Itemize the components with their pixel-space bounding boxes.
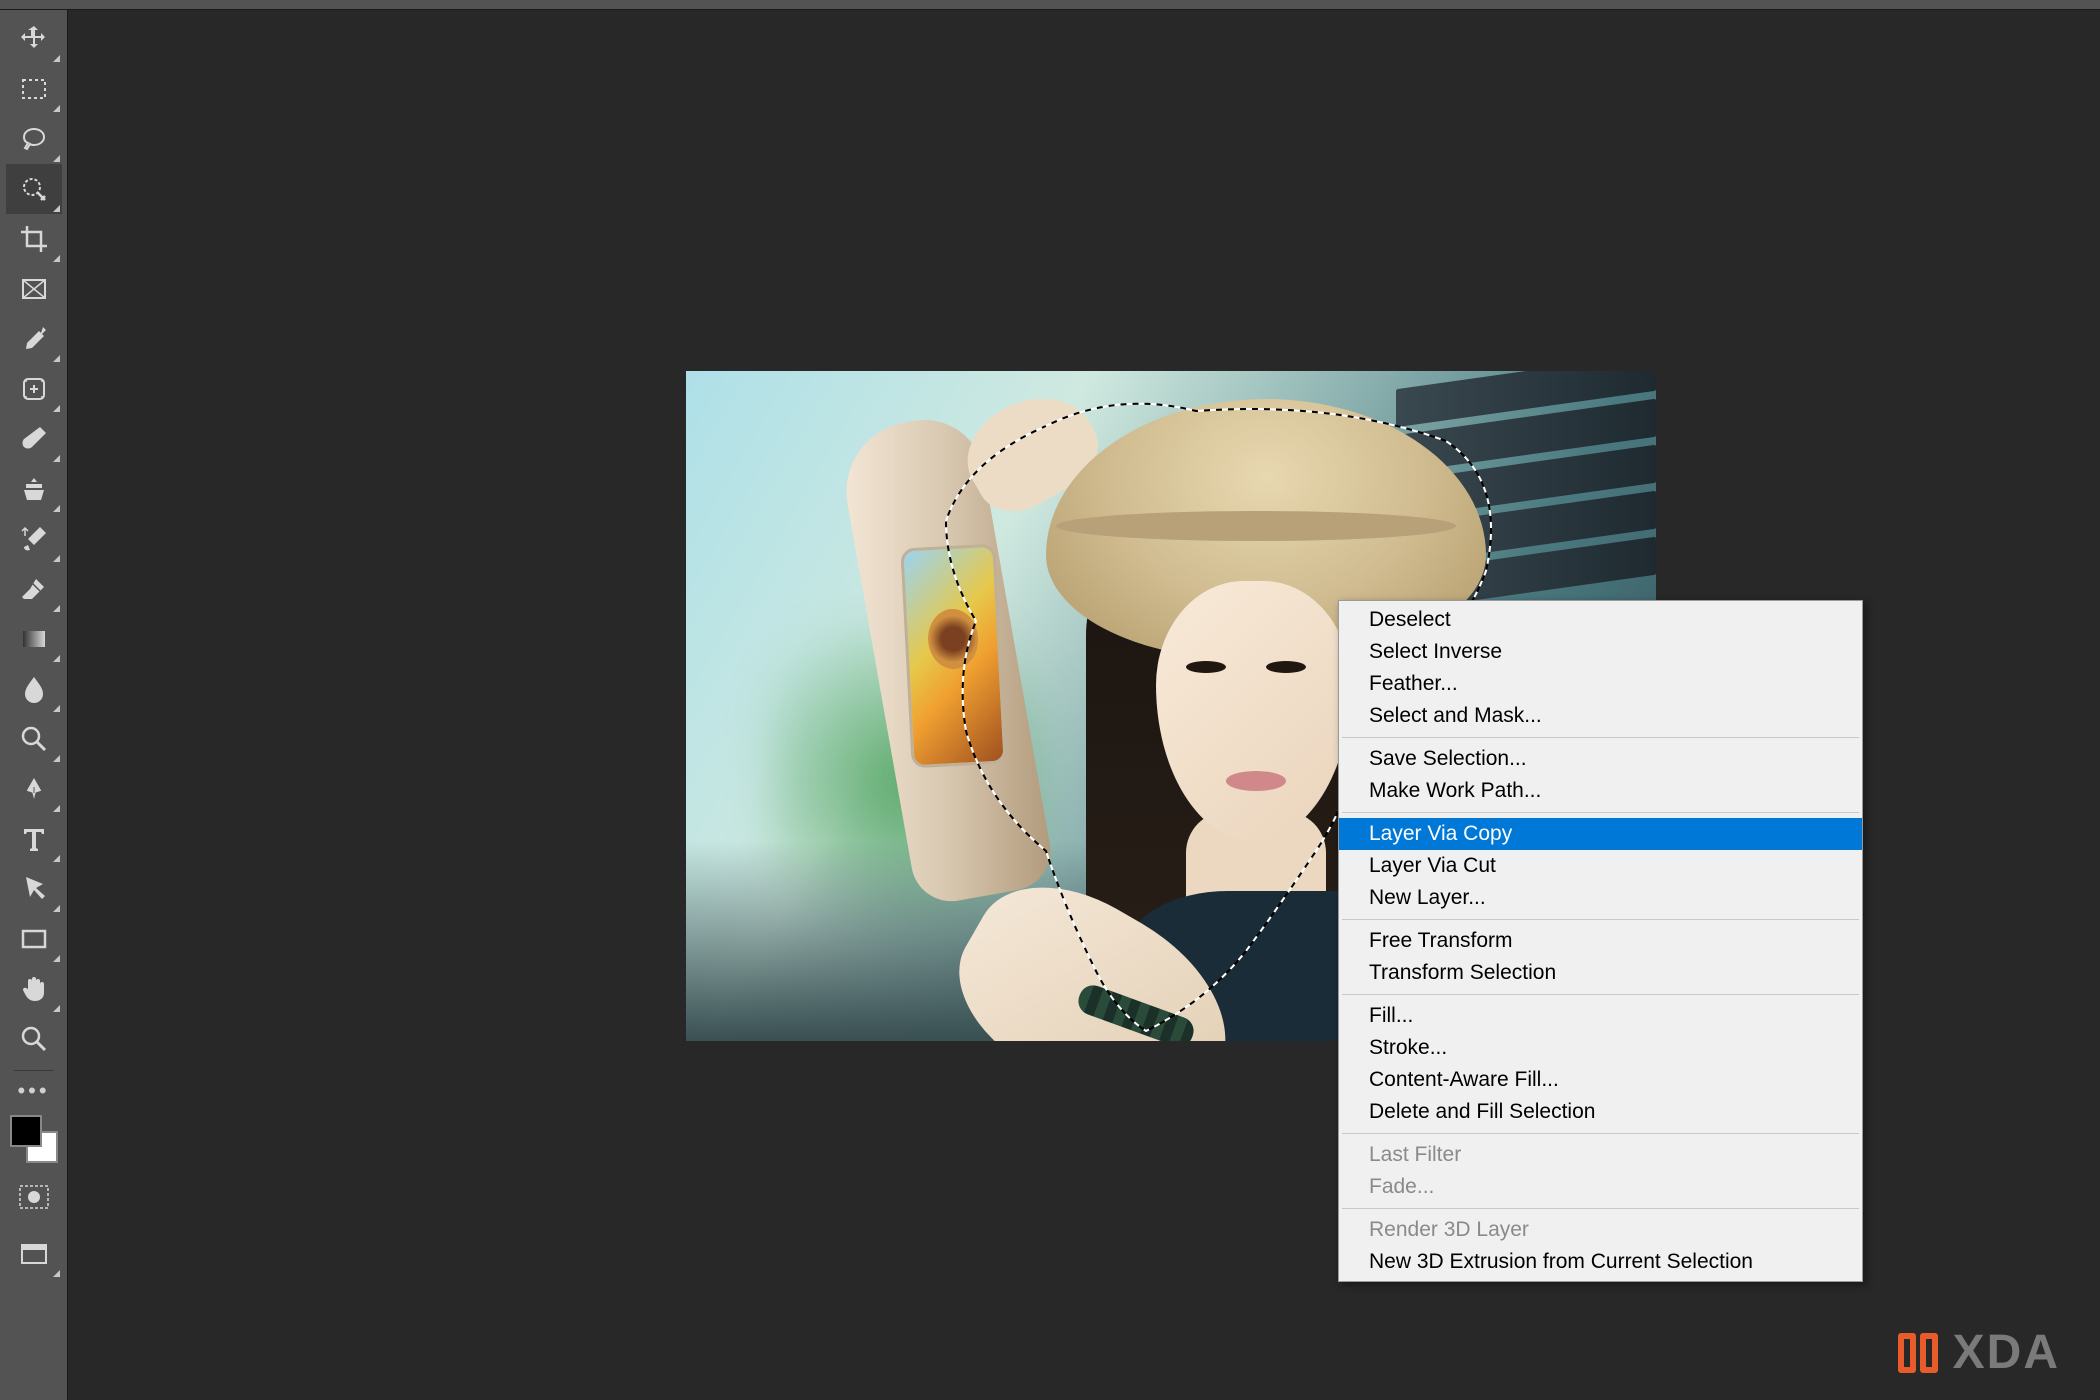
menu-item-fill[interactable]: Fill... — [1339, 1000, 1862, 1032]
menu-separator — [1342, 1208, 1859, 1209]
watermark: XDA — [1893, 1325, 2060, 1380]
rect-marquee-tool[interactable] — [6, 64, 62, 114]
tools-panel: ••• — [0, 10, 68, 1400]
menu-item-select-inverse[interactable]: Select Inverse — [1339, 636, 1862, 668]
menu-separator — [1342, 812, 1859, 813]
hand-tool[interactable] — [6, 964, 62, 1014]
brush-tool[interactable] — [6, 414, 62, 464]
watermark-text: XDA — [1953, 1325, 2060, 1380]
quick-mask-toggle[interactable] — [6, 1173, 62, 1221]
menu-item-new-layer[interactable]: New Layer... — [1339, 882, 1862, 914]
menu-item-new-3d-extrusion-from-current-selection[interactable]: New 3D Extrusion from Current Selection — [1339, 1246, 1862, 1278]
menu-item-last-filter: Last Filter — [1339, 1139, 1862, 1171]
menu-item-transform-selection[interactable]: Transform Selection — [1339, 957, 1862, 989]
color-swatches[interactable] — [10, 1115, 58, 1163]
menu-separator — [1342, 994, 1859, 995]
toolbar-divider — [14, 1070, 54, 1071]
menu-item-render-3d-layer: Render 3D Layer — [1339, 1214, 1862, 1246]
menu-item-content-aware-fill[interactable]: Content-Aware Fill... — [1339, 1064, 1862, 1096]
options-bar — [0, 0, 2100, 10]
menu-item-save-selection[interactable]: Save Selection... — [1339, 743, 1862, 775]
main-area: ••• — [0, 10, 2100, 1400]
type-tool[interactable] — [6, 814, 62, 864]
menu-item-delete-and-fill-selection[interactable]: Delete and Fill Selection — [1339, 1096, 1862, 1128]
menu-item-layer-via-cut[interactable]: Layer Via Cut — [1339, 850, 1862, 882]
menu-item-feather[interactable]: Feather... — [1339, 668, 1862, 700]
frame-tool[interactable] — [6, 264, 62, 314]
menu-separator — [1342, 737, 1859, 738]
menu-item-fade: Fade... — [1339, 1171, 1862, 1203]
menu-separator — [1342, 1133, 1859, 1134]
quick-select-tool[interactable] — [6, 164, 62, 214]
path-select-tool[interactable] — [6, 864, 62, 914]
clone-stamp-tool[interactable] — [6, 464, 62, 514]
menu-item-free-transform[interactable]: Free Transform — [1339, 925, 1862, 957]
blur-tool[interactable] — [6, 664, 62, 714]
rectangle-tool[interactable] — [6, 914, 62, 964]
context-menu[interactable]: DeselectSelect InverseFeather...Select a… — [1338, 600, 1863, 1282]
lasso-tool[interactable] — [6, 114, 62, 164]
dodge-tool[interactable] — [6, 714, 62, 764]
crop-tool[interactable] — [6, 214, 62, 264]
menu-item-make-work-path[interactable]: Make Work Path... — [1339, 775, 1862, 807]
menu-item-select-and-mask[interactable]: Select and Mask... — [1339, 700, 1862, 732]
healing-brush-tool[interactable] — [6, 364, 62, 414]
gradient-tool[interactable] — [6, 614, 62, 664]
menu-item-layer-via-copy[interactable]: Layer Via Copy — [1339, 818, 1862, 850]
canvas[interactable]: DeselectSelect InverseFeather...Select a… — [68, 10, 2100, 1400]
menu-separator — [1342, 919, 1859, 920]
menu-item-deselect[interactable]: Deselect — [1339, 604, 1862, 636]
history-brush-tool[interactable] — [6, 514, 62, 564]
menu-item-stroke[interactable]: Stroke... — [1339, 1032, 1862, 1064]
eraser-tool[interactable] — [6, 564, 62, 614]
move-tool[interactable] — [6, 14, 62, 64]
zoom-tool[interactable] — [6, 1014, 62, 1064]
edit-toolbar-button[interactable]: ••• — [17, 1077, 49, 1105]
screen-mode-toggle[interactable] — [6, 1231, 62, 1279]
foreground-color-swatch[interactable] — [10, 1115, 42, 1147]
pen-tool[interactable] — [6, 764, 62, 814]
xda-logo-icon — [1893, 1328, 1943, 1378]
eyedropper-tool[interactable] — [6, 314, 62, 364]
